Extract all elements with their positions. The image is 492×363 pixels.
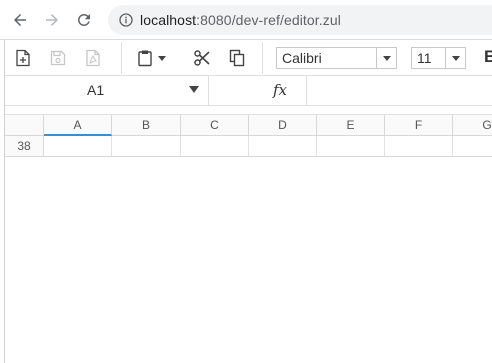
url-host: localhost [140,12,197,28]
cell-e38[interactable] [317,136,385,156]
paste-options-dropdown[interactable] [155,46,169,70]
bold-button[interactable]: B [484,47,492,67]
function-box: fx [209,76,307,105]
font-size-dropdown-button[interactable] [445,48,465,68]
column-header-f[interactable]: F [385,115,453,136]
cell-a38[interactable] [44,136,112,156]
forward-button[interactable] [40,8,64,32]
spreadsheet: Calibri 11 B A1 fx A B C D E F G 38 [4,40,492,363]
column-header-c[interactable]: C [181,115,249,136]
caret-down-icon[interactable] [189,86,199,93]
info-icon[interactable] [118,12,134,28]
spreadsheet-toolbar: Calibri 11 B [5,40,492,76]
new-file-button[interactable] [11,46,35,70]
caret-down-icon [451,55,460,61]
column-header-g[interactable]: G [453,115,492,136]
back-button[interactable] [8,8,32,32]
column-header-d[interactable]: D [249,115,317,136]
url-path: :8080/dev-ref/editor.zul [196,12,341,28]
save-button[interactable] [46,46,70,70]
column-header-a[interactable]: A [44,115,112,136]
copy-icon [229,49,245,67]
scissors-icon [194,50,210,66]
reload-button[interactable] [72,8,96,32]
column-header-row: A B C D E F G [5,114,492,136]
paste-button[interactable] [133,46,157,70]
cell-reference: A1 [87,82,105,98]
select-all-corner[interactable] [5,115,44,136]
column-header-b[interactable]: B [112,115,181,136]
arrow-right-icon [46,14,58,26]
name-box[interactable]: A1 [5,76,209,105]
new-file-icon [16,49,30,67]
font-size-select[interactable]: 11 [411,47,466,69]
export-pdf-button[interactable] [81,46,105,70]
cell-f38[interactable] [385,136,453,156]
caret-down-icon [382,55,391,61]
table-row: 38 [5,136,492,157]
row-header[interactable]: 38 [5,136,44,156]
font-name-dropdown-button[interactable] [376,48,396,68]
reload-icon [77,13,90,26]
cell-d38[interactable] [249,136,317,156]
caret-down-icon [158,55,166,61]
cell-b38[interactable] [112,136,181,156]
formula-bar: A1 fx [5,76,492,106]
clipboard-icon [138,50,152,67]
toolbar-separator [121,42,122,74]
font-size-value: 11 [417,50,432,66]
arrow-left-icon [14,14,26,26]
font-name-value: Calibri [282,50,322,66]
copy-button[interactable] [225,46,249,70]
url-text: localhost:8080/dev-ref/editor.zul [140,12,341,28]
cell-g38[interactable] [453,136,492,156]
save-icon [50,50,66,66]
column-header-e[interactable]: E [317,115,385,136]
cell-c38[interactable] [181,136,249,156]
formula-input[interactable] [307,76,492,105]
font-name-select[interactable]: Calibri [276,47,397,69]
toolbar-separator [262,42,263,74]
cut-button[interactable] [190,46,214,70]
insert-function-button[interactable]: fx [273,81,287,99]
address-bar[interactable]: localhost:8080/dev-ref/editor.zul [108,5,492,35]
pdf-icon [86,49,100,67]
browser-toolbar: localhost:8080/dev-ref/editor.zul [0,0,492,40]
